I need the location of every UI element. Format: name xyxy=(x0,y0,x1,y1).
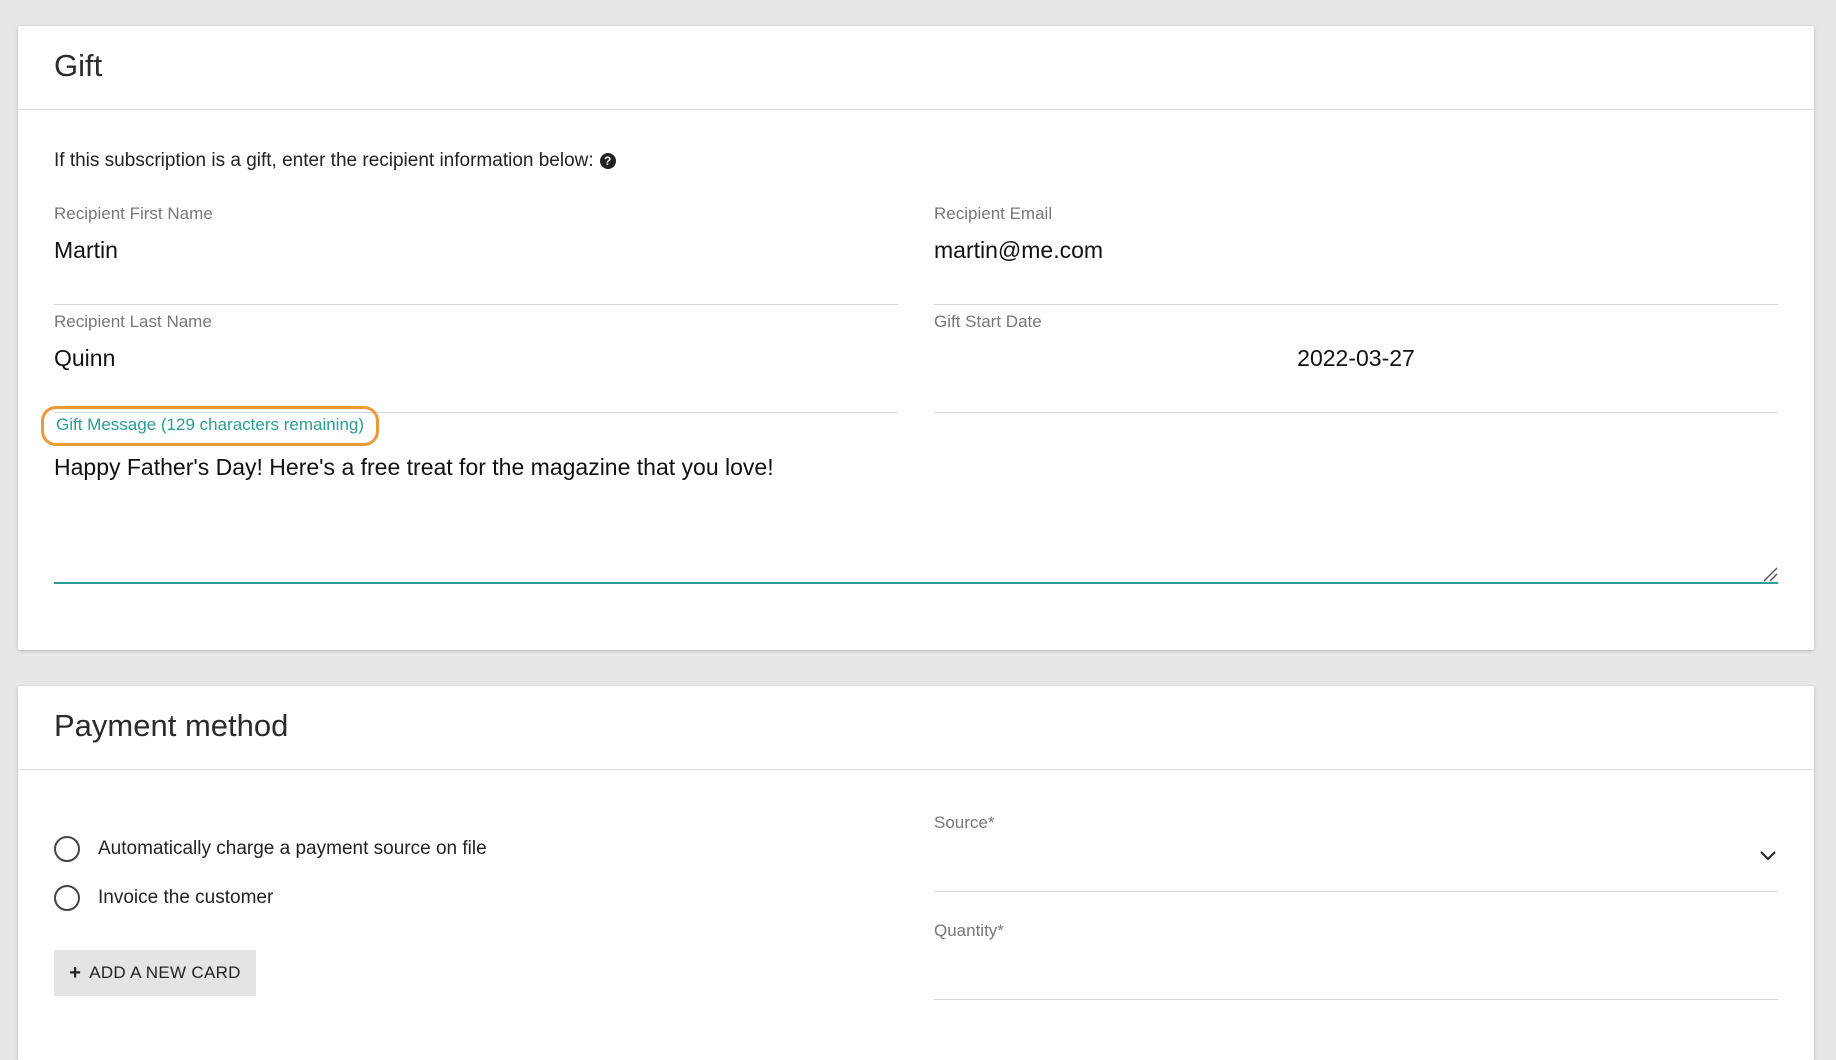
chevron-down-icon[interactable] xyxy=(1758,849,1778,863)
payment-card-header: Payment method xyxy=(18,686,1814,770)
add-new-card-label: ADD A NEW CARD xyxy=(89,963,241,982)
recipient-email-label: Recipient Email xyxy=(934,204,1053,223)
gift-message-underline xyxy=(54,582,1778,584)
gift-intro-text: If this subscription is a gift, enter th… xyxy=(54,150,594,171)
radio-auto-charge[interactable] xyxy=(54,836,80,862)
gift-intro: If this subscription is a gift, enter th… xyxy=(54,150,616,172)
gift-title: Gift xyxy=(54,48,103,83)
payment-title: Payment method xyxy=(54,708,289,743)
recipient-email-field[interactable]: Recipient Email martin@me.com xyxy=(934,204,1778,305)
recipient-last-name-label: Recipient Last Name xyxy=(54,312,212,331)
radio-auto-charge-label[interactable]: Automatically charge a payment source on… xyxy=(98,838,487,860)
question-circle-icon[interactable]: ? xyxy=(599,153,616,169)
gift-card: Gift If this subscription is a gift, ent… xyxy=(18,26,1814,650)
source-select[interactable]: Source* xyxy=(934,813,1778,892)
gift-message-label: Gift Message (129 characters remaining) xyxy=(56,415,365,434)
payment-card: Payment method Automatically charge a pa… xyxy=(18,686,1814,1060)
resize-handle-icon[interactable] xyxy=(1762,566,1778,582)
payment-option-auto-charge[interactable]: Automatically charge a payment source on… xyxy=(54,836,487,862)
gift-start-date-label: Gift Start Date xyxy=(934,312,1042,331)
gift-start-date-field[interactable]: Gift Start Date 2022-03-27 xyxy=(934,312,1778,413)
source-label: Source* xyxy=(934,813,995,832)
recipient-last-name-field[interactable]: Recipient Last Name Quinn xyxy=(54,312,898,413)
plus-icon: + xyxy=(69,961,82,984)
payment-option-invoice[interactable]: Invoice the customer xyxy=(54,885,273,911)
gift-message-label-highlight: Gift Message (129 characters remaining) xyxy=(41,406,380,446)
quantity-field[interactable]: Quantity* xyxy=(934,921,1778,1000)
quantity-label: Quantity* xyxy=(934,921,1004,940)
recipient-first-name-field[interactable]: Recipient First Name Martin xyxy=(54,204,898,305)
radio-invoice[interactable] xyxy=(54,885,80,911)
recipient-first-name-value[interactable]: Martin xyxy=(54,237,118,264)
gift-message-textarea[interactable]: Happy Father's Day! Here's a free treat … xyxy=(54,454,774,481)
gift-start-date-value[interactable]: 2022-03-27 xyxy=(934,345,1778,372)
recipient-first-name-label: Recipient First Name xyxy=(54,204,213,223)
recipient-last-name-value[interactable]: Quinn xyxy=(54,345,115,372)
add-new-card-button[interactable]: + ADD A NEW CARD xyxy=(54,950,256,996)
radio-invoice-label[interactable]: Invoice the customer xyxy=(98,887,273,909)
gift-card-header: Gift xyxy=(18,26,1814,110)
recipient-email-value[interactable]: martin@me.com xyxy=(934,237,1103,264)
